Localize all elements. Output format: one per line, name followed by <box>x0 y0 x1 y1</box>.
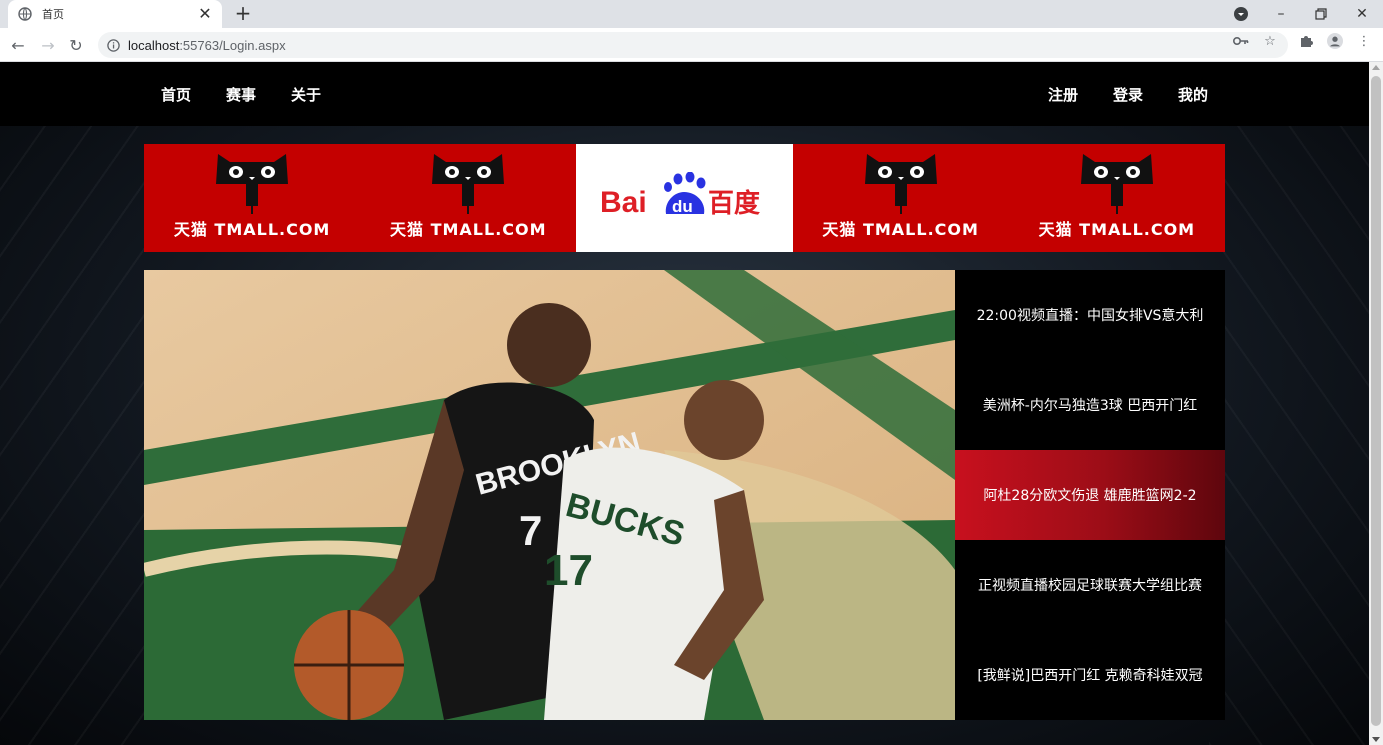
nav-mine[interactable]: 我的 <box>1178 84 1208 105</box>
nav-register[interactable]: 注册 <box>1048 84 1078 105</box>
tmall-cat-icon <box>864 154 937 214</box>
tab-title: 首页 <box>42 8 64 21</box>
news-item-active[interactable]: 阿杜28分欧文伤退 雄鹿胜篮网2-2 <box>955 450 1225 540</box>
tmall-ad[interactable]: 天猫 TMALL.COM <box>792 144 1009 252</box>
kebab-menu-icon[interactable]: ⋮ <box>1356 33 1372 49</box>
baidu-logo: Bai du 百度 <box>600 171 768 224</box>
browser-tab[interactable]: 首页 ✕ <box>8 0 222 28</box>
tmall-cat-icon <box>216 154 289 214</box>
news-list: 22:00视频直播：中国女排VS意大利 美洲杯-内尔马独造3球 巴西开门红 阿杜… <box>955 270 1225 720</box>
nav-home[interactable]: 首页 <box>161 84 191 105</box>
tmall-text: 天猫 TMALL.COM <box>822 220 979 239</box>
tmall-cat-icon <box>432 154 505 214</box>
tmall-cat-icon <box>1080 154 1153 214</box>
tmall-ad[interactable]: 天猫 TMALL.COM <box>144 144 361 252</box>
star-icon[interactable]: ☆ <box>1262 33 1278 49</box>
url-host: localhost <box>128 37 180 53</box>
tmall-ad[interactable]: 天猫 TMALL.COM <box>360 144 577 252</box>
tmall-text: 天猫 TMALL.COM <box>390 220 547 239</box>
tmall-text: 天猫 TMALL.COM <box>173 220 331 239</box>
nav-login[interactable]: 登录 <box>1113 84 1143 105</box>
tmall-text: 天猫 TMALL.COM <box>1038 220 1196 239</box>
baidu-text-bai: Bai <box>600 186 647 219</box>
hero-photo[interactable]: BROOKLYN 7 BUCKS 17 <box>144 270 955 720</box>
tmall-ad[interactable]: 天猫 TMALL.COM <box>1008 144 1225 252</box>
url-text: localhost:55763/Login.aspx <box>128 38 286 53</box>
minimize-icon[interactable]: – <box>1271 4 1291 24</box>
news-item[interactable]: 美洲杯-内尔马独造3球 巴西开门红 <box>955 360 1225 450</box>
baidu-text-cn: 百度 <box>708 188 760 219</box>
profile-dropdown-icon[interactable] <box>1231 4 1251 24</box>
news-item[interactable]: 22:00视频直播：中国女排VS意大利 <box>955 270 1225 360</box>
plus-icon[interactable]: + <box>232 2 254 24</box>
info-icon[interactable] <box>106 38 120 52</box>
back-icon[interactable]: ← <box>8 35 28 55</box>
vertical-scrollbar[interactable] <box>1369 62 1383 745</box>
address-bar[interactable]: localhost:55763/Login.aspx <box>98 32 1288 58</box>
nav-about[interactable]: 关于 <box>291 84 321 105</box>
baidu-ad[interactable]: Bai du 百度 <box>576 144 793 252</box>
basketball-photo: BROOKLYN 7 BUCKS 17 <box>144 270 955 720</box>
url-path: :55763/Login.aspx <box>179 37 286 53</box>
browser-tab-bar: 首页 ✕ + – ✕ <box>0 0 1383 28</box>
jersey-right-number: 17 <box>544 546 593 595</box>
browser-toolbar: ← → ↻ localhost:55763/Login.aspx ☆ ⋮ <box>0 28 1383 62</box>
scroll-down-icon[interactable] <box>1372 737 1380 742</box>
key-icon[interactable] <box>1233 33 1249 49</box>
scrollbar-thumb[interactable] <box>1371 76 1381 726</box>
close-icon[interactable]: ✕ <box>196 5 214 23</box>
site-nav: 首页 赛事 关于 注册 登录 我的 <box>0 62 1369 126</box>
nav-events[interactable]: 赛事 <box>226 84 256 105</box>
forward-icon[interactable]: → <box>38 35 58 55</box>
puzzle-icon[interactable] <box>1298 33 1314 49</box>
jersey-left-number: 7 <box>519 507 542 554</box>
baidu-text-du: du <box>672 197 693 216</box>
window-close-icon[interactable]: ✕ <box>1352 4 1372 24</box>
ad-banner-row: 天猫 TMALL.COM 天猫 TMALL.COM Bai du 百度 天猫 T… <box>144 144 1225 252</box>
restore-icon[interactable] <box>1311 4 1331 24</box>
globe-icon <box>18 7 32 21</box>
reload-icon[interactable]: ↻ <box>66 35 86 55</box>
page-viewport: 首页 赛事 关于 注册 登录 我的 天猫 TMALL.COM 天猫 TMALL.… <box>0 62 1369 745</box>
news-item[interactable]: [我鲜说]巴西开门红 克赖奇科娃双冠 <box>955 630 1225 720</box>
news-item[interactable]: 正视频直播校园足球联赛大学组比赛 <box>955 540 1225 630</box>
profile-icon[interactable] <box>1327 33 1343 49</box>
scroll-up-icon[interactable] <box>1372 65 1380 70</box>
